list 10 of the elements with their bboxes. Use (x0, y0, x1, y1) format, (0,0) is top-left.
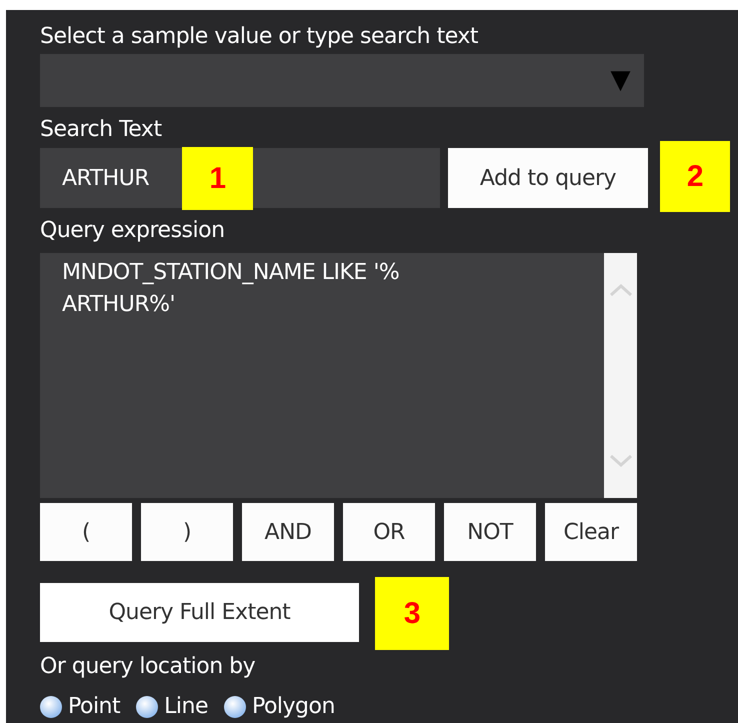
annotation-tooltip: 2 (660, 141, 730, 212)
section-label: Or query location by (40, 653, 256, 681)
field-label: Search Text (40, 116, 163, 144)
annotation-tooltip: 3 (375, 577, 449, 650)
field-label: Select a sample value or type search text (40, 23, 480, 51)
query-text-line: MNDOT_STATION_NAME LIKE '% (62, 259, 400, 287)
dropdown-arrow-icon: ▼ (610, 61, 630, 100)
annotation-tooltip: 1 (182, 147, 253, 210)
query-text-line: ARTHUR%' (62, 291, 176, 319)
field-label: Query expression (40, 217, 226, 245)
